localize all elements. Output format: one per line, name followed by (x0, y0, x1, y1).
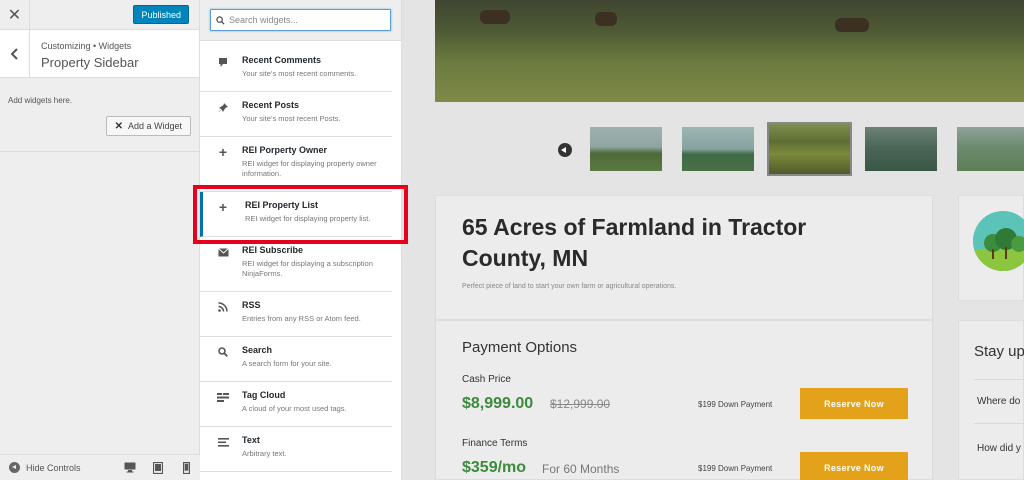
hero-image (435, 0, 1024, 102)
widget-list: Recent Comments Your site’s most recent … (200, 47, 392, 480)
hide-controls-button[interactable]: Hide Controls (9, 462, 81, 473)
property-title: 65 Acres of Farmland in Tractor County, … (462, 214, 807, 271)
search-input[interactable] (229, 15, 379, 25)
close-icon: ✕ (114, 120, 123, 132)
divider (974, 423, 1024, 424)
customizer-sidebar: ✕ Published Customizing • Widgets Proper… (0, 0, 200, 480)
hero-image-detail (595, 12, 617, 26)
widget-item-recent-posts[interactable]: Recent Posts Your site’s most recent Pos… (200, 92, 392, 137)
pin-icon (216, 100, 230, 114)
publish-button[interactable]: Published (133, 5, 189, 24)
hero-image-detail (480, 10, 510, 24)
payment-card: Payment Options Cash Price $8,999.00 $12… (435, 320, 933, 480)
widget-item-rss[interactable]: RSS Entries from any RSS or Atom feed. (200, 292, 392, 337)
widget-item-recent-comments[interactable]: Recent Comments Your site’s most recent … (200, 47, 392, 92)
widget-description: A cloud of your most used tags. (242, 404, 347, 413)
cash-old-price: $12,999.00 (550, 397, 611, 411)
reserve-now-button[interactable]: Reserve Now (800, 388, 908, 419)
site-preview: 65 Acres of Farmland in Tractor County, … (402, 0, 1024, 480)
widget-search-bar (200, 0, 401, 41)
close-icon[interactable]: ✕ (0, 0, 30, 30)
gallery-thumbnail[interactable] (865, 127, 937, 171)
highlight-box (193, 185, 408, 244)
site-logo (973, 211, 1024, 271)
widget-title: REI Porperty Owner (242, 145, 328, 155)
page-title: Property Sidebar (41, 55, 139, 70)
tablet-icon[interactable] (152, 461, 164, 474)
breadcrumb: Customizing • Widgets (41, 41, 132, 51)
finance-price: $359/mo (462, 459, 527, 476)
widget-title: Recent Posts (242, 100, 300, 110)
device-preview-toggles (124, 461, 192, 474)
finance-label: Finance Terms (462, 438, 528, 449)
widget-title: Search (242, 345, 273, 355)
payment-title: Payment Options (462, 339, 578, 356)
widget-item-text[interactable]: Text Arbitrary text. (200, 427, 392, 472)
logo-card (958, 195, 1024, 301)
question-1: Where do (977, 396, 1021, 407)
hero-image-detail (835, 18, 869, 32)
widget-title: REI Subscribe (242, 245, 304, 255)
hide-controls-label: Hide Controls (26, 462, 81, 473)
subscribe-title: Stay up (974, 343, 1024, 360)
gallery-thumbnail[interactable] (590, 127, 662, 171)
back-icon[interactable] (0, 30, 30, 78)
widget-title: Recent Comments (242, 55, 322, 65)
cash-label: Cash Price (462, 374, 511, 385)
divider (974, 379, 1024, 380)
widget-description: Arbitrary text. (242, 449, 287, 458)
cash-price: $8,999.00 (462, 395, 534, 412)
gallery-thumbnail[interactable] (682, 127, 754, 171)
widget-title: Text (242, 435, 260, 445)
gallery-thumbnail[interactable] (767, 122, 852, 176)
finance-term: For 60 Months (542, 462, 620, 476)
divider (0, 151, 200, 152)
tag-cloud-icon (216, 390, 230, 404)
mobile-icon[interactable] (180, 461, 192, 474)
subscribe-card: Stay up Where do How did y (958, 320, 1024, 480)
property-card: 65 Acres of Farmland in Tractor County, … (435, 195, 933, 320)
widget-title: Tag Cloud (242, 390, 286, 400)
section-header: Customizing • Widgets Property Sidebar (0, 30, 199, 78)
comment-icon (216, 55, 230, 69)
customizer-footer: Hide Controls (0, 454, 200, 480)
widget-area-note: Add widgets here. (8, 96, 73, 105)
widget-item-rei-property-owner[interactable]: + REI Porperty Owner REI widget for disp… (200, 137, 392, 192)
search-box[interactable] (210, 9, 391, 31)
cash-down-payment: $199 Down Payment (698, 400, 773, 409)
widget-item-rei-subscribe[interactable]: REI Subscribe REI widget for displaying … (200, 237, 392, 292)
widget-description: A search form for your site. (242, 359, 332, 368)
plus-icon: + (218, 144, 228, 160)
search-icon (216, 15, 225, 25)
widget-item-tag-cloud[interactable]: Tag Cloud A cloud of your most used tags… (200, 382, 392, 427)
collapse-icon (9, 462, 20, 473)
search-icon (216, 345, 230, 359)
desktop-icon[interactable] (124, 462, 136, 474)
widget-item-search[interactable]: Search A search form for your site. (200, 337, 392, 382)
reserve-now-button[interactable]: Reserve Now (800, 452, 908, 480)
widget-description: REI widget for displaying property owner… (242, 159, 377, 178)
finance-down-payment: $199 Down Payment (698, 464, 773, 473)
gallery-thumbnail[interactable] (957, 127, 1024, 171)
customizer-header-bar: ✕ Published (0, 0, 199, 30)
text-icon (216, 435, 230, 449)
rss-icon (216, 300, 230, 314)
widget-title: RSS (242, 300, 261, 310)
widget-description: REI widget for displaying a subscription… (242, 259, 373, 278)
envelope-icon (216, 245, 230, 259)
previous-arrow-icon[interactable] (558, 143, 572, 157)
add-widget-button[interactable]: ✕ Add a Widget (105, 116, 191, 136)
add-widget-label: Add a Widget (127, 121, 182, 131)
widget-description: Your site’s most recent comments. (242, 69, 357, 78)
widget-description: Entries from any RSS or Atom feed. (242, 314, 361, 323)
question-2: How did y (977, 443, 1021, 454)
widget-description: Your site’s most recent Posts. (242, 114, 341, 123)
property-subtitle: Perfect piece of land to start your own … (462, 283, 677, 290)
